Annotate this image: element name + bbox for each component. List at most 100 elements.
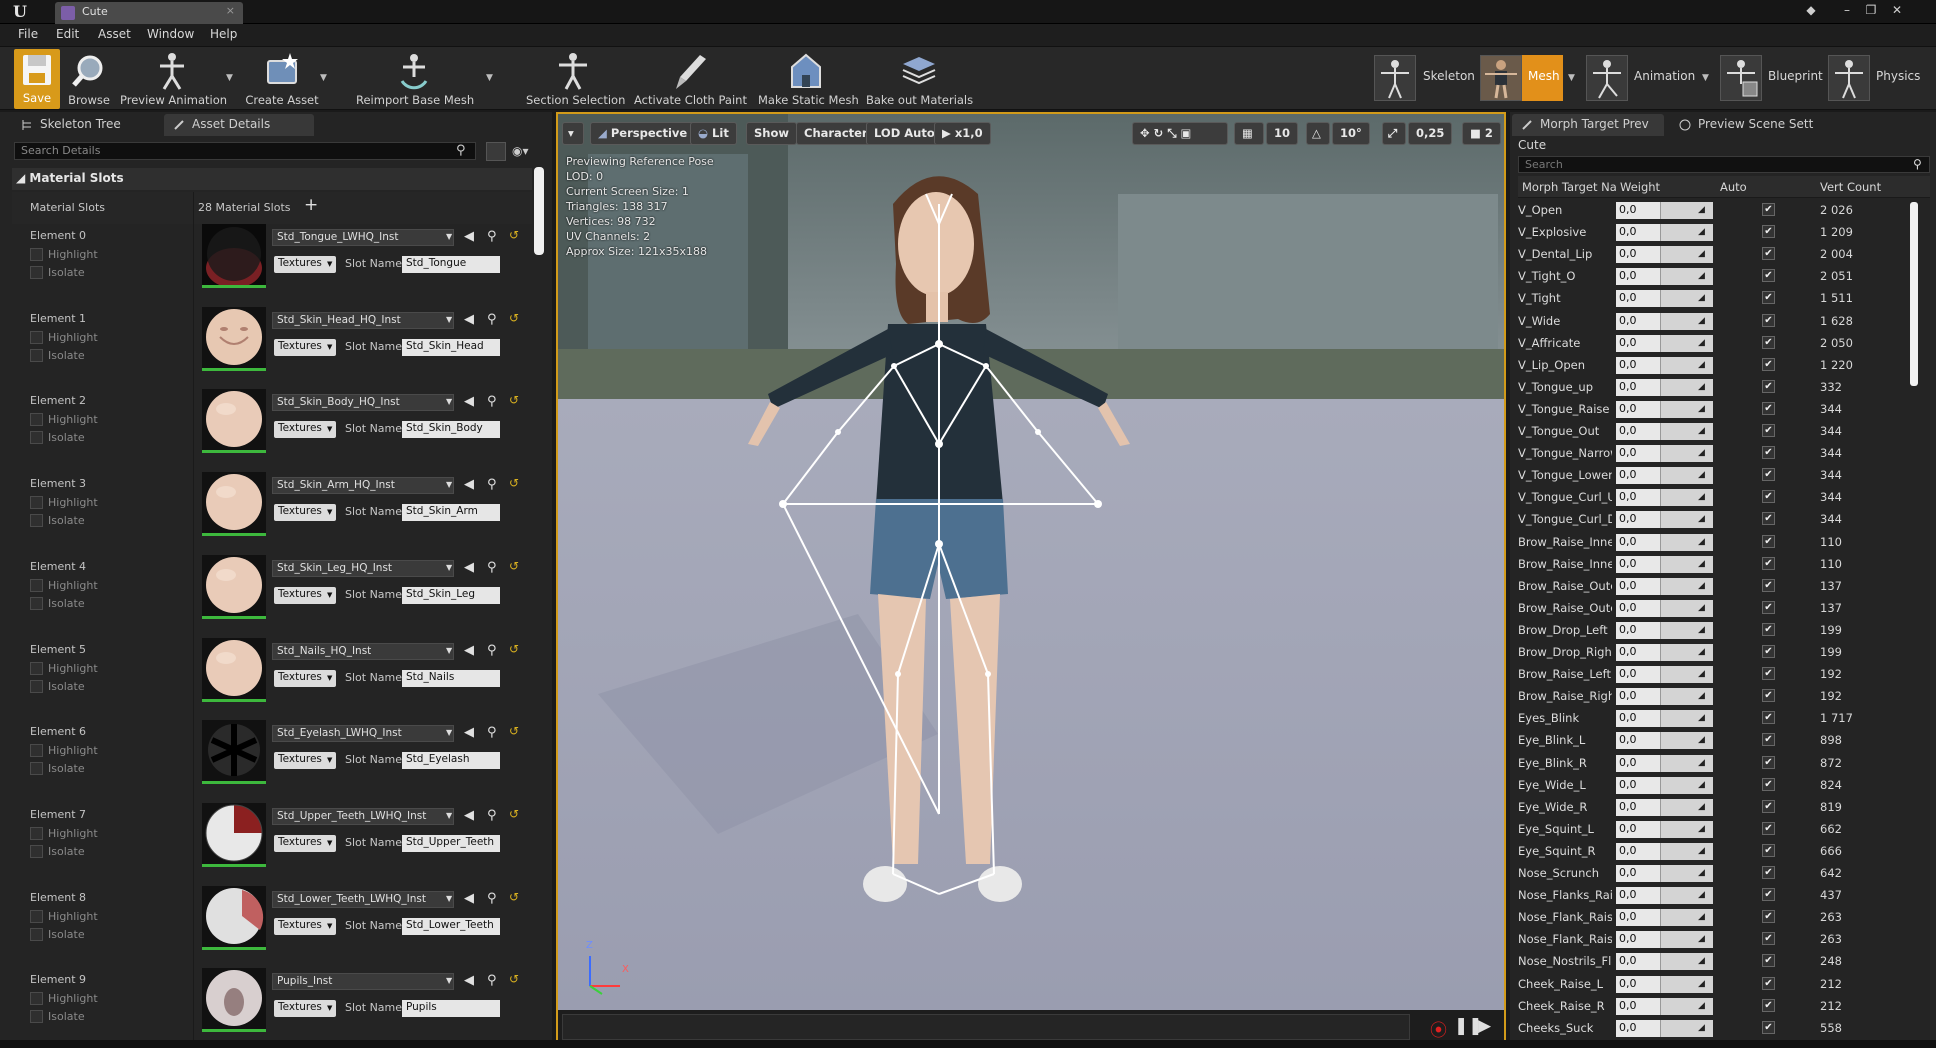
weight-slider[interactable]: [1660, 666, 1713, 684]
morph-target-row[interactable]: Brow_Drop_Right 0,0 ◢ ✔ 199: [1518, 642, 1930, 664]
use-selected-asset-icon[interactable]: ◀: [464, 394, 474, 409]
auto-checkbox[interactable]: ✔: [1762, 401, 1775, 415]
slider-handle-icon[interactable]: ◢: [1698, 758, 1705, 768]
morph-target-row[interactable]: Brow_Drop_Left 0,0 ◢ ✔ 199: [1518, 620, 1930, 642]
slider-handle-icon[interactable]: ◢: [1698, 581, 1705, 591]
camera-speed-button[interactable]: ■ 2: [1462, 122, 1501, 145]
morph-target-row[interactable]: Brow_Raise_Inner 0,0 ◢ ✔ 110: [1518, 554, 1930, 576]
chevron-down-icon[interactable]: ▼: [446, 315, 452, 324]
chevron-down-icon[interactable]: ▼: [446, 232, 452, 241]
weight-slider[interactable]: [1660, 842, 1713, 860]
morph-target-row[interactable]: V_Tongue_Raise 0,0 ◢ ✔ 344: [1518, 399, 1930, 421]
auto-checkbox[interactable]: ✔: [1762, 799, 1775, 813]
weight-slider[interactable]: [1660, 599, 1713, 617]
auto-checkbox[interactable]: ✔: [1762, 534, 1775, 548]
material-thumbnail[interactable]: [202, 389, 266, 454]
material-picker[interactable]: Std_Skin_Head_HQ_Inst: [272, 311, 454, 329]
material-thumbnail[interactable]: [202, 306, 266, 371]
slider-handle-icon[interactable]: ◢: [1698, 1023, 1705, 1033]
weight-slider[interactable]: [1660, 356, 1713, 374]
slider-handle-icon[interactable]: ◢: [1698, 780, 1705, 790]
morph-target-row[interactable]: Nose_Nostrils_Flare0,0◢✔248: [1518, 951, 1930, 973]
slot-name-field[interactable]: Std_Tongue: [402, 256, 500, 273]
weight-slider[interactable]: [1660, 511, 1713, 529]
tab-preview-scene-settings[interactable]: Preview Scene Sett: [1670, 114, 1821, 136]
morph-target-row[interactable]: V_Tongue_up 0,0 ◢ ✔ 332: [1518, 377, 1930, 399]
highlight-checkbox[interactable]: [30, 496, 43, 510]
transform-tools[interactable]: ✥ ↻ ⤡ ▣: [1132, 122, 1228, 145]
morph-target-row[interactable]: Nose_Flank_Raise 0,0 ◢ ✔ 263: [1518, 929, 1930, 951]
slider-handle-icon[interactable]: ◢: [1698, 1001, 1705, 1011]
preview-animation-button[interactable]: Preview Animation: [120, 49, 227, 109]
morph-target-row[interactable]: Nose_Flanks_Raise0,0◢✔437: [1518, 885, 1930, 907]
tab-asset-details[interactable]: Asset Details: [164, 114, 314, 136]
tab-morph-target-preview[interactable]: Morph Target Prev: [1512, 114, 1664, 136]
chevron-down-icon[interactable]: ▼: [446, 397, 452, 406]
menu-edit[interactable]: Edit: [56, 27, 79, 41]
slot-name-field[interactable]: Std_Skin_Head: [402, 338, 500, 356]
slider-handle-icon[interactable]: ◢: [1698, 448, 1705, 458]
lit-button[interactable]: ◒ Lit: [690, 122, 737, 145]
slider-handle-icon[interactable]: ◢: [1698, 691, 1705, 701]
isolate-checkbox[interactable]: [30, 1010, 43, 1024]
auto-checkbox[interactable]: ✔: [1762, 998, 1775, 1012]
morph-search-input[interactable]: Search: [1518, 156, 1930, 173]
material-picker[interactable]: Std_Skin_Leg_HQ_Inst: [272, 559, 454, 577]
auto-checkbox[interactable]: ✔: [1762, 335, 1775, 349]
chevron-down-icon[interactable]: ▼: [446, 646, 452, 655]
skeleton-mode-button[interactable]: Skeleton: [1374, 55, 1475, 103]
material-thumbnail[interactable]: [202, 885, 266, 950]
slider-handle-icon[interactable]: ◢: [1698, 824, 1705, 834]
weight-slider[interactable]: [1660, 710, 1713, 728]
weight-slider[interactable]: [1660, 224, 1713, 242]
weight-slider[interactable]: [1660, 312, 1713, 330]
slider-handle-icon[interactable]: ◢: [1698, 956, 1705, 966]
weight-slider[interactable]: [1660, 621, 1713, 639]
auto-checkbox[interactable]: ✔: [1762, 468, 1775, 482]
weight-slider[interactable]: [1660, 820, 1713, 838]
slider-handle-icon[interactable]: ◢: [1698, 890, 1705, 900]
morph-target-row[interactable]: V_Wide 0,0 ◢ ✔ 1 628: [1518, 311, 1930, 333]
weight-slider[interactable]: [1660, 975, 1713, 993]
weight-slider[interactable]: [1660, 754, 1713, 772]
auto-checkbox[interactable]: ✔: [1762, 357, 1775, 371]
slider-handle-icon[interactable]: ◢: [1698, 316, 1705, 326]
browse-asset-icon[interactable]: ⚲: [487, 477, 497, 492]
auto-checkbox[interactable]: ✔: [1762, 622, 1775, 636]
morph-target-row[interactable]: Brow_Raise_Left 0,0 ◢ ✔ 192: [1518, 664, 1930, 686]
activate-cloth-paint-button[interactable]: Activate Cloth Paint: [634, 49, 747, 109]
slider-handle-icon[interactable]: ◢: [1698, 492, 1705, 502]
isolate-checkbox[interactable]: [30, 348, 43, 362]
slot-name-field[interactable]: Pupils: [402, 1000, 500, 1018]
reset-to-default-icon[interactable]: ↺: [509, 476, 519, 490]
weight-slider[interactable]: [1660, 334, 1713, 352]
rotation-snap-toggle[interactable]: △: [1306, 122, 1330, 145]
slider-handle-icon[interactable]: ◢: [1698, 647, 1705, 657]
reimport-dropdown[interactable]: ▼: [486, 73, 493, 83]
highlight-checkbox[interactable]: [30, 744, 43, 758]
material-picker[interactable]: Std_Eyelash_LWHQ_Inst: [272, 725, 454, 743]
browse-asset-icon[interactable]: ⚲: [487, 643, 497, 658]
slider-handle-icon[interactable]: ◢: [1698, 912, 1705, 922]
use-selected-asset-icon[interactable]: ◀: [464, 808, 474, 823]
morph-target-row[interactable]: V_Tongue_Curl_D 0,0 ◢ ✔ 344: [1518, 509, 1930, 531]
weight-slider[interactable]: [1660, 776, 1713, 794]
grid-snap-toggle[interactable]: ▦: [1234, 122, 1264, 145]
slider-handle-icon[interactable]: ◢: [1698, 293, 1705, 303]
auto-checkbox[interactable]: ✔: [1762, 711, 1775, 725]
make-static-mesh-button[interactable]: Make Static Mesh: [758, 49, 859, 109]
auto-checkbox[interactable]: ✔: [1762, 954, 1775, 968]
morph-target-row[interactable]: Eye_Squint_R 0,0 ◢ ✔ 666: [1518, 841, 1930, 863]
chevron-down-icon[interactable]: ▼: [446, 894, 452, 903]
material-picker[interactable]: Std_Nails_HQ_Inst: [272, 642, 454, 660]
weight-slider[interactable]: [1660, 423, 1713, 440]
playback-speed-button[interactable]: ▶ x1,0: [934, 122, 991, 145]
material-picker[interactable]: Std_Tongue_LWHQ_Inst: [272, 229, 454, 246]
search-icon[interactable]: ⚲: [1913, 157, 1922, 171]
material-thumbnail[interactable]: [202, 637, 266, 702]
slider-handle-icon[interactable]: ◢: [1698, 537, 1705, 547]
auto-checkbox[interactable]: ✔: [1762, 1020, 1775, 1034]
morph-target-row[interactable]: Nose_Flank_Raise 0,0 ◢ ✔ 263: [1518, 907, 1930, 929]
material-thumbnail[interactable]: [202, 554, 266, 619]
weight-slider[interactable]: [1660, 577, 1713, 595]
